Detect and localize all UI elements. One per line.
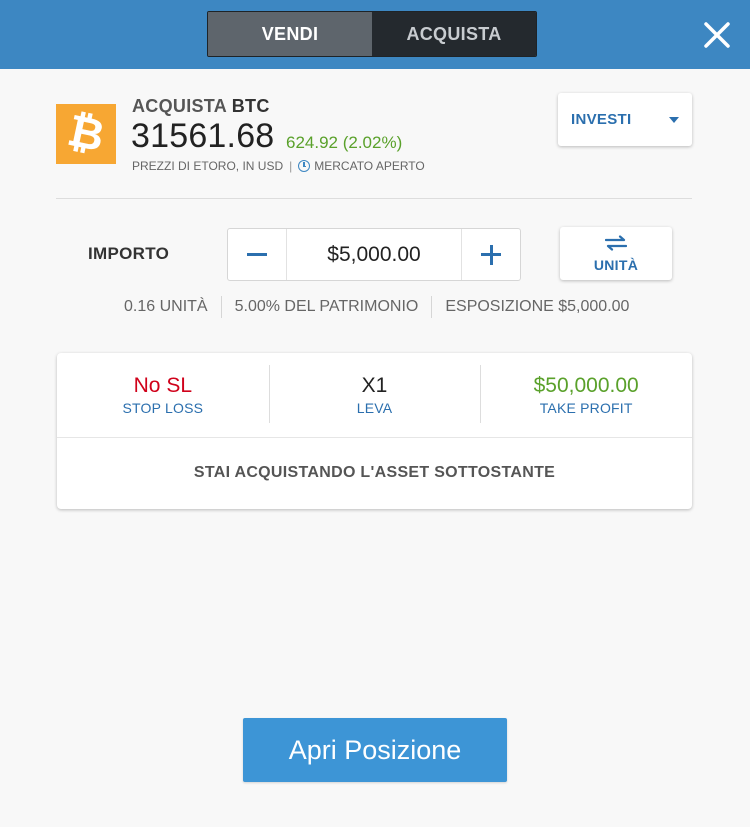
swap-arrows-icon	[605, 234, 627, 251]
stop-loss-value: No SL	[133, 373, 193, 397]
leverage-value: X1	[361, 373, 388, 397]
invest-dropdown-label: INVESTI	[571, 111, 632, 128]
amount-input[interactable]	[287, 241, 461, 268]
units-value: 0.16 UNITÀ	[124, 298, 208, 315]
leverage-button[interactable]: X1 LEVA	[268, 353, 481, 437]
take-profit-value: $50,000.00	[533, 373, 639, 397]
stop-loss-button[interactable]: No SL STOP LOSS	[57, 353, 269, 437]
price-source: PREZZI DI ETORO, IN USD	[132, 159, 284, 173]
invest-dropdown[interactable]: INVESTI	[558, 93, 692, 146]
info-separator	[431, 296, 433, 318]
trade-parameters-card: No SL STOP LOSS X1 LEVA $50,000.00 TAKE …	[57, 353, 692, 509]
amount-stepper	[227, 228, 521, 281]
caret-down-icon	[669, 117, 679, 123]
buy-tab[interactable]: ACQUISTA	[372, 12, 536, 56]
units-button-label: UNITÀ	[593, 256, 639, 273]
units-toggle-button[interactable]: UNITÀ	[560, 227, 672, 280]
divider	[56, 198, 692, 199]
take-profit-label: TAKE PROFIT	[539, 400, 633, 417]
info-separator	[220, 296, 222, 318]
sell-tab[interactable]: VENDI	[208, 12, 372, 56]
amount-value-container	[287, 229, 461, 280]
exposure-value: ESPOSIZIONE $5,000.00	[445, 298, 630, 315]
price-info-separator: |	[289, 159, 293, 173]
trade-parameters-row: No SL STOP LOSS X1 LEVA $50,000.00 TAKE …	[57, 353, 692, 438]
amount-increase-button[interactable]	[461, 229, 520, 280]
instrument-symbol: BTC	[231, 96, 270, 116]
amount-decrease-button[interactable]	[228, 229, 287, 280]
instrument-price: 31561.68	[131, 117, 275, 155]
equity-percentage: 5.00% DEL PATRIMONIO	[234, 298, 419, 315]
leverage-label: LEVA	[356, 400, 393, 417]
price-change: 624.92 (2.02%)	[286, 133, 403, 152]
take-profit-button[interactable]: $50,000.00 TAKE PROFIT	[480, 353, 692, 437]
instrument-title: ACQUISTA BTC	[132, 96, 270, 117]
bitcoin-logo-icon: ₿	[56, 104, 116, 164]
instrument-action: ACQUISTA	[132, 96, 227, 116]
open-position-button[interactable]: Apri Posizione	[243, 718, 507, 782]
buy-sell-toggle: VENDI ACQUISTA	[207, 11, 537, 57]
price-info: PREZZI DI ETORO, IN USD | MERCATO APERTO	[132, 159, 425, 173]
stop-loss-label: STOP LOSS	[122, 400, 204, 417]
clock-icon	[298, 160, 311, 172]
amount-info: 0.16 UNITÀ 5.00% DEL PATRIMONIO ESPOSIZI…	[124, 296, 629, 318]
bitcoin-glyph: ₿	[63, 105, 109, 162]
header-bar: VENDI ACQUISTA	[0, 0, 750, 69]
close-icon[interactable]	[700, 18, 734, 52]
market-status: MERCATO APERTO	[314, 159, 425, 173]
amount-label: IMPORTO	[88, 244, 170, 263]
underlying-asset-note: STAI ACQUISTANDO L'ASSET SOTTOSTANTE	[193, 464, 556, 481]
